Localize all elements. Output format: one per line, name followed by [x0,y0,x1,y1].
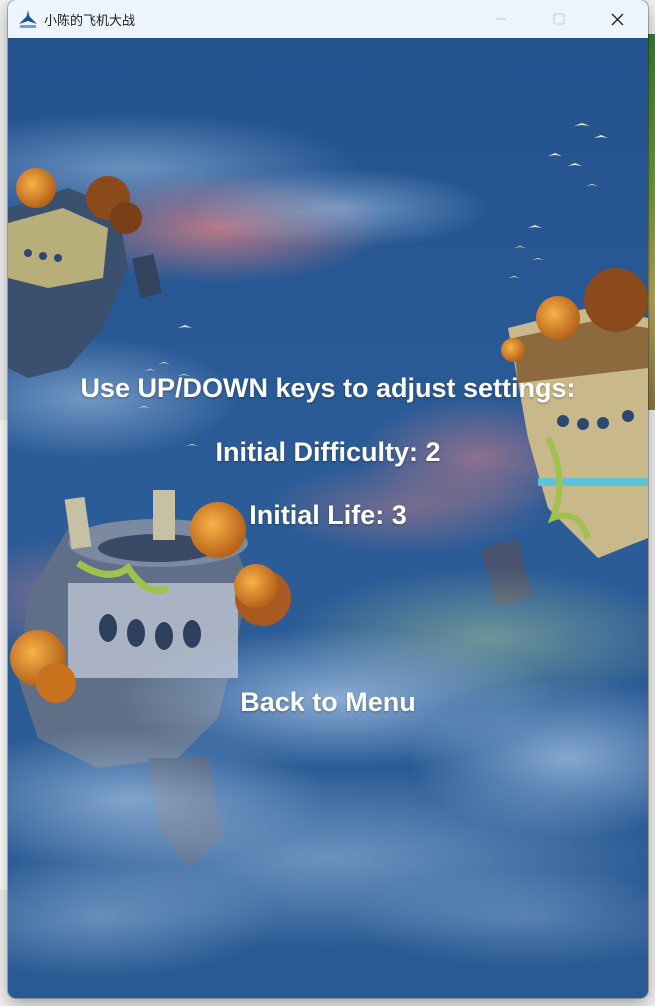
initial-life-setting[interactable]: Initial Life: 3 [8,500,648,531]
back-to-menu-button[interactable]: Back to Menu [8,687,648,718]
maximize-icon [553,13,565,25]
settings-prompt: Use UP/DOWN keys to adjust settings: [80,373,576,403]
close-icon [611,13,623,25]
maximize-button[interactable] [530,0,588,38]
airplane-icon [19,10,37,28]
minimize-button[interactable] [472,0,530,38]
close-button[interactable] [588,0,646,38]
game-window: 小陈的飞机大战 Use UP/DOWN keys to adjust setti… [8,0,648,998]
initial-difficulty-setting[interactable]: Initial Difficulty: 2 [8,437,648,468]
game-canvas[interactable]: Use UP/DOWN keys to adjust settings: Ini… [8,38,648,998]
window-title: 小陈的飞机大战 [44,14,136,29]
title-bar[interactable]: 小陈的飞机大战 [8,0,648,38]
desktop: 小陈的飞机大战 Use UP/DOWN keys to adjust setti… [0,0,655,1006]
minimize-icon [496,18,506,20]
